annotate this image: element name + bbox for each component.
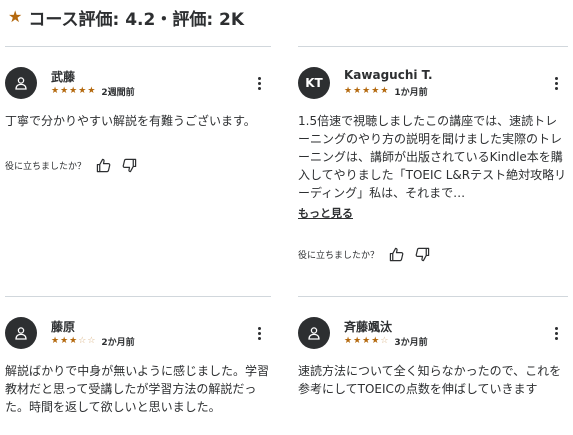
star-filled-icon: ★ xyxy=(51,86,60,96)
reviews-section: ★ コース評価: 4.2・評価: 2K 武藤 ★ ★ ★ ★ ★ 2週間前 丁寧で分かり… xyxy=(0,0,573,435)
star-filled-icon: ★ xyxy=(78,86,87,96)
rating-header: ★ コース評価: 4.2・評価: 2K xyxy=(8,6,245,30)
thumbs-up-icon[interactable] xyxy=(94,156,112,174)
star-filled-icon: ★ xyxy=(362,336,371,346)
review-time: 2か月前 xyxy=(101,338,135,348)
star-empty-icon: ☆ xyxy=(78,336,87,346)
person-icon xyxy=(15,77,27,90)
thumbs-down-icon[interactable] xyxy=(413,245,431,263)
review-header: 武藤 ★ ★ ★ ★ ★ 2週間前 xyxy=(5,67,271,101)
review-header: 藤原 ★ ★ ★ ☆ ☆ 2か月前 xyxy=(5,317,271,351)
star-filled-icon: ★ xyxy=(380,86,389,96)
review-text: 丁寧で分かりやすい解説を有難うございます。 xyxy=(5,114,256,128)
star-empty-icon: ☆ xyxy=(380,336,389,346)
more-options-icon[interactable] xyxy=(548,71,564,95)
review-text: 速読方法について全く知らなかったので、これを参考にしてTOEICの点数を伸ばして… xyxy=(298,364,562,396)
avatar-initials: KT xyxy=(305,76,323,90)
star-filled-icon: ★ xyxy=(371,86,380,96)
thumbs-down-icon[interactable] xyxy=(120,156,138,174)
star-filled-icon: ★ xyxy=(353,86,362,96)
avatar: KT xyxy=(298,67,330,99)
star-filled-icon: ★ xyxy=(371,336,380,346)
review-meta: ★ ★ ★ ★ ★ 2週間前 xyxy=(51,85,135,99)
star-rating: ★ ★ ★ ★ ★ xyxy=(344,87,388,96)
avatar xyxy=(5,67,37,99)
more-options-icon[interactable] xyxy=(251,71,267,95)
star-filled-icon: ★ xyxy=(60,336,69,346)
avatar xyxy=(298,317,330,349)
more-options-icon[interactable] xyxy=(548,321,564,345)
star-filled-icon: ★ xyxy=(51,336,60,346)
reviewer-name: 斉藤颯汰 xyxy=(344,320,393,334)
star-filled-icon: ★ xyxy=(362,86,371,96)
avatar xyxy=(5,317,37,349)
thumbs-up-icon[interactable] xyxy=(387,245,405,263)
review-meta: ★ ★ ★ ☆ ☆ 2か月前 xyxy=(51,335,135,349)
helpful-row: 役に立ちましたか？ xyxy=(298,245,568,263)
review-card: 斉藤颯汰 ★ ★ ★ ★ ☆ 3か月前 速読方法について全く知らなかったので、これを参考… xyxy=(298,296,568,398)
star-filled-icon: ★ xyxy=(69,336,78,346)
review-header: 斉藤颯汰 ★ ★ ★ ★ ☆ 3か月前 xyxy=(298,317,568,351)
review-text: 1.5倍速で視聴しましたこの講座では、速読トレーニングのやり方の説明を聞けました… xyxy=(298,114,567,200)
star-filled-icon: ★ xyxy=(353,336,362,346)
star-filled-icon: ★ xyxy=(344,86,353,96)
review-time: 1か月前 xyxy=(394,88,428,98)
reviewer-name: 武藤 xyxy=(51,70,76,84)
reviewer-name: 藤原 xyxy=(51,320,76,334)
show-more-link[interactable]: もっと見る xyxy=(298,205,353,221)
review-time: 3か月前 xyxy=(394,338,428,348)
review-card: 武藤 ★ ★ ★ ★ ★ 2週間前 丁寧で分かりやすい解説を有難うございます。 役に立ち… xyxy=(5,46,271,174)
star-filled-icon: ★ xyxy=(87,86,96,96)
person-icon xyxy=(308,327,320,340)
star-filled-icon: ★ xyxy=(344,336,353,346)
star-rating: ★ ★ ★ ☆ ☆ xyxy=(51,337,95,346)
helpful-label: 役に立ちましたか？ xyxy=(298,250,380,261)
review-header: KT Kawaguchi T. ★ ★ ★ ★ ★ 1か月前 xyxy=(298,67,568,101)
review-text: 解説ばかりで中身が無いように感じました。学習教材だと思って受講したが学習方法の解… xyxy=(5,364,270,414)
star-empty-icon: ☆ xyxy=(87,336,96,346)
helpful-row: 役に立ちましたか？ xyxy=(5,156,271,174)
review-card: KT Kawaguchi T. ★ ★ ★ ★ ★ 1か月前 1.5倍速で視聴しましたこ… xyxy=(298,46,568,263)
review-meta: ★ ★ ★ ★ ☆ 3か月前 xyxy=(344,335,428,349)
helpful-label: 役に立ちましたか？ xyxy=(5,161,87,172)
star-icon: ★ xyxy=(8,7,23,26)
reviewer-name: Kawaguchi T. xyxy=(344,68,433,82)
review-time: 2週間前 xyxy=(101,88,135,98)
review-card: 藤原 ★ ★ ★ ☆ ☆ 2か月前 解説ばかりで中身が無いように感じました。学習教材だと… xyxy=(5,296,271,416)
person-icon xyxy=(15,327,27,340)
star-filled-icon: ★ xyxy=(69,86,78,96)
rating-title: コース評価: 4.2・評価: 2K xyxy=(28,9,245,30)
star-filled-icon: ★ xyxy=(60,86,69,96)
more-options-icon[interactable] xyxy=(251,321,267,345)
star-rating: ★ ★ ★ ★ ★ xyxy=(51,87,95,96)
review-meta: ★ ★ ★ ★ ★ 1か月前 xyxy=(344,85,428,99)
star-rating: ★ ★ ★ ★ ☆ xyxy=(344,337,388,346)
